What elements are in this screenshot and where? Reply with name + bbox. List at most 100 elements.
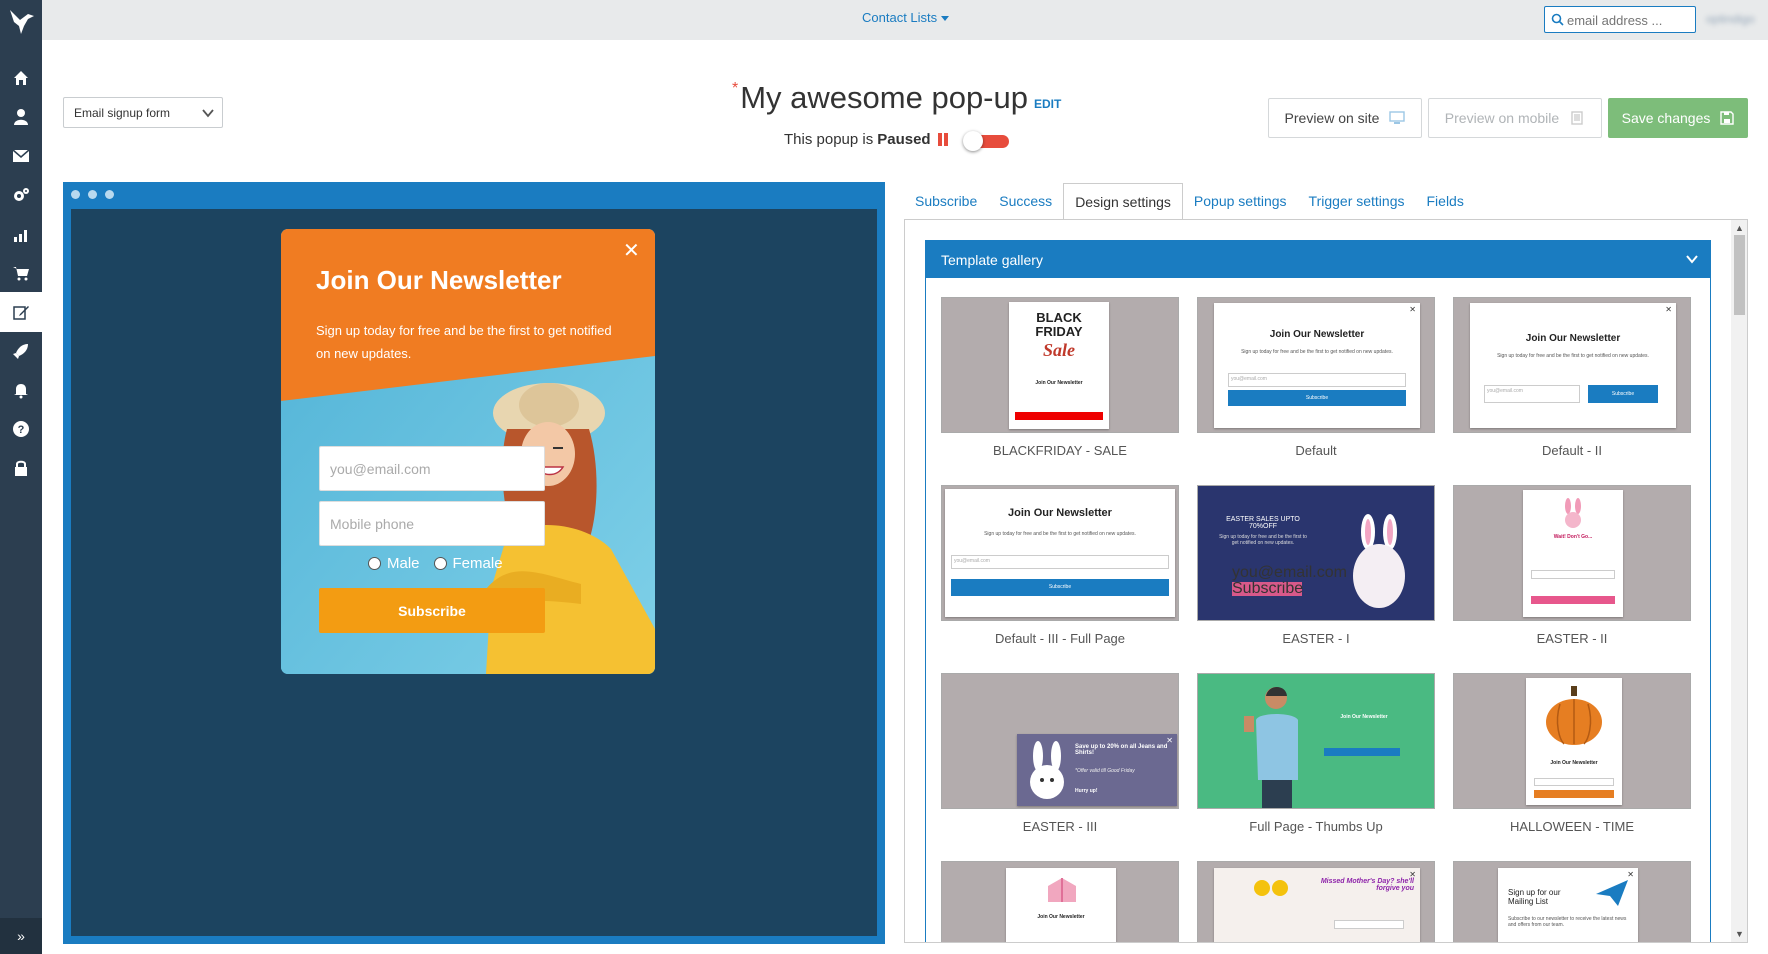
thumb-text: Subscribe to our newsletter to receive t…: [1508, 916, 1627, 928]
thumb-button: [1534, 790, 1614, 798]
status-prefix: This popup is: [784, 131, 874, 148]
thumb-input: [1531, 570, 1615, 579]
popup-close-icon[interactable]: ✕: [623, 238, 640, 263]
desktop-icon: [1389, 111, 1406, 124]
radio-male[interactable]: Male: [368, 555, 420, 572]
scroll-down-icon[interactable]: ▼: [1735, 929, 1744, 939]
sidebar-item-help[interactable]: ?: [0, 409, 42, 449]
template-thumbnail: BLACK FRIDAY Sale Join Our Newsletter: [941, 297, 1179, 433]
preview-on-site-label: Preview on site: [1284, 110, 1380, 126]
tab-success[interactable]: Success: [988, 183, 1063, 220]
template-thumbnail: ✕ Join Our Newsletter Sign up today for …: [1453, 297, 1691, 433]
thumb-text: Sign up today for free and be the first …: [1219, 534, 1307, 546]
hummingbird-logo-icon[interactable]: [6, 6, 36, 36]
search-box[interactable]: [1544, 6, 1696, 33]
template-thumbnail: ✕ Save up to 20% on all Jeans and Shirts…: [941, 673, 1179, 809]
thumb-button: Subscribe: [951, 579, 1169, 596]
form-type-select[interactable]: Email signup form: [63, 97, 223, 128]
mobile-icon: [1571, 111, 1583, 125]
settings-tabs: Subscribe Success Design settings Popup …: [904, 183, 1475, 220]
tab-popup-settings[interactable]: Popup settings: [1183, 183, 1298, 220]
template-thumbnail: Wait! Don't Go...: [1453, 485, 1691, 621]
popup-subscribe-button[interactable]: Subscribe: [319, 588, 545, 633]
edit-title-link[interactable]: EDIT: [1034, 97, 1061, 111]
thumb-text: EASTER SALES UPTO 70%OFF: [1226, 516, 1300, 530]
template-label: Default - III - Full Page: [994, 631, 1126, 646]
contact-lists-menu[interactable]: Contact Lists: [862, 10, 950, 25]
template-label: BLACKFRIDAY - SALE: [993, 443, 1127, 458]
save-changes-button[interactable]: Save changes: [1608, 98, 1748, 138]
sidebar-item-automation[interactable]: [0, 175, 42, 215]
sidebar-item-contacts[interactable]: [0, 97, 42, 137]
radio-circle-icon: [368, 557, 381, 570]
thumb-text: Join Our Newsletter: [1008, 507, 1112, 519]
thumb-button: Subscribe: [1228, 390, 1406, 406]
thumb-input: [1534, 778, 1614, 786]
sidebar-item-campaigns[interactable]: [0, 331, 42, 371]
popup-status: This popup is Paused: [784, 131, 949, 148]
popup-email-field[interactable]: you@email.com: [319, 446, 545, 491]
thumb-input: [1334, 920, 1404, 929]
floppy-disk-icon: [1720, 111, 1735, 125]
paper-plane-icon: [1596, 880, 1628, 906]
sidebar-item-ecommerce[interactable]: [0, 253, 42, 293]
contact-lists-label: Contact Lists: [862, 10, 938, 25]
thumb-text: Sale: [1042, 340, 1075, 360]
thumb-text: Join Our Newsletter: [1035, 380, 1083, 386]
thumb-text: Sign up today for free and be the first …: [984, 531, 1136, 537]
status-toggle[interactable]: [963, 131, 1009, 151]
tab-design-settings[interactable]: Design settings: [1063, 183, 1183, 220]
template-thumbnail: ✕ Missed Mother's Day? she'll forgive yo…: [1197, 861, 1435, 942]
page-title: *My awesome pop-up EDIT: [732, 80, 1072, 120]
envelope-icon: [12, 149, 30, 162]
template-gallery: Template gallery BLACK FRIDAY Sale Join …: [925, 240, 1711, 942]
search-input[interactable]: [1567, 11, 1691, 29]
scrollbar-thumb[interactable]: [1734, 235, 1745, 315]
sidebar-collapse-button[interactable]: »: [0, 918, 42, 954]
top-bar: Contact Lists optindigo: [42, 0, 1768, 40]
sidebar-item-email[interactable]: [0, 136, 42, 176]
template-thumbnail: Join Our Newsletter: [941, 861, 1179, 942]
save-changes-label: Save changes: [1621, 110, 1711, 126]
template-label: EASTER - I: [1282, 631, 1350, 646]
radio-female-label: Female: [452, 555, 503, 572]
thumb-text: Join Our Newsletter: [1550, 760, 1598, 766]
preview-on-mobile-button[interactable]: Preview on mobile: [1428, 98, 1602, 138]
template-gallery-title: Template gallery: [941, 252, 1043, 268]
tab-trigger-settings[interactable]: Trigger settings: [1298, 183, 1416, 220]
thumb-button: Subscribe: [1588, 385, 1658, 403]
sidebar-item-security[interactable]: [0, 448, 42, 488]
template-thumbnail: Join Our Newsletter Sign up today for fr…: [941, 485, 1179, 621]
thumb-text: BLACK: [1036, 310, 1082, 325]
thumb-text: Sign up today for free and be the first …: [1497, 353, 1649, 359]
sidebar-item-notifications[interactable]: [0, 370, 42, 410]
user-menu[interactable]: optindigo: [1706, 12, 1768, 28]
popup-title: Join Our Newsletter: [316, 265, 562, 295]
template-label: EASTER - III: [1022, 819, 1098, 834]
tab-fields[interactable]: Fields: [1416, 183, 1475, 220]
panel-scrollbar[interactable]: ▲ ▼: [1731, 220, 1747, 942]
bunny-icon: [1030, 741, 1064, 799]
thumb-text: Wait! Don't Go...: [1553, 534, 1593, 540]
question-icon: ?: [13, 421, 29, 437]
popup-phone-field[interactable]: Mobile phone: [319, 501, 545, 546]
sidebar-item-home[interactable]: [0, 58, 42, 98]
thumb-text: Missed Mother's Day? she'll forgive you: [1320, 878, 1414, 892]
sidebar-item-forms[interactable]: [0, 292, 42, 332]
rocket-icon: [13, 344, 28, 359]
sidebar-item-reports[interactable]: [0, 214, 42, 254]
popup-name: My awesome pop-up: [740, 80, 1028, 115]
radio-female[interactable]: Female: [433, 555, 503, 572]
thumb-text: Save up to 20% on all Jeans and Shirts!: [1075, 744, 1168, 756]
tab-subscribe[interactable]: Subscribe: [904, 183, 988, 220]
template-gallery-header[interactable]: Template gallery: [926, 241, 1710, 278]
thumb-input: you@email.com: [1232, 564, 1347, 581]
bell-icon: [14, 384, 28, 399]
scroll-up-icon[interactable]: ▲: [1735, 223, 1744, 233]
thumb-input: [1324, 736, 1400, 745]
preview-on-site-button[interactable]: Preview on site: [1268, 98, 1422, 138]
gender-radio-group: Male Female: [368, 555, 503, 572]
home-icon: [14, 71, 28, 85]
sidebar: ? »: [0, 0, 42, 954]
thumb-text: Sign up for our Mailing List: [1508, 888, 1561, 906]
